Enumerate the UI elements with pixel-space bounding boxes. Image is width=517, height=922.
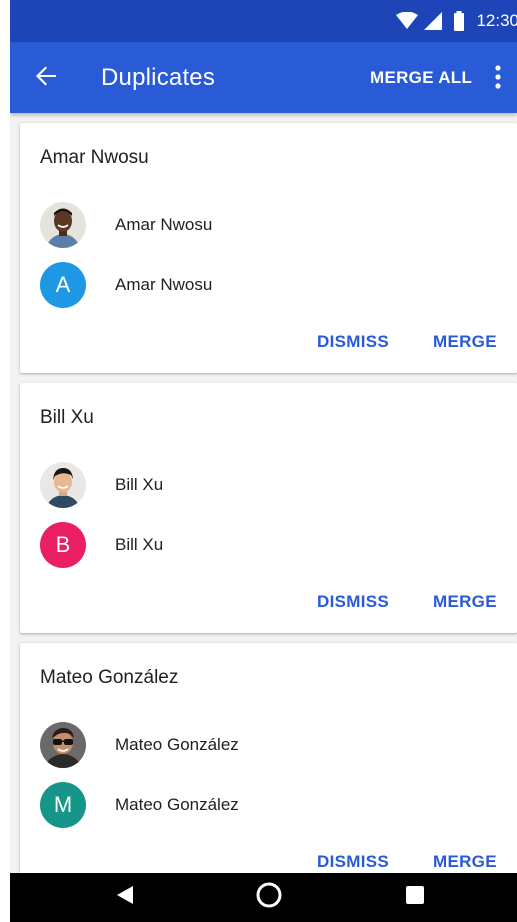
contact-row[interactable]: B Bill Xu xyxy=(40,522,163,568)
back-button[interactable] xyxy=(30,62,62,94)
avatar-letter-text: M xyxy=(53,792,73,817)
contact-row[interactable]: M Mateo González xyxy=(40,782,239,828)
left-gutter xyxy=(0,0,10,922)
nav-recents-button[interactable] xyxy=(400,873,430,922)
app-bar: Duplicates MERGE ALL xyxy=(10,42,517,113)
battery-icon xyxy=(454,11,465,31)
contact-row[interactable]: A Amar Nwosu xyxy=(40,262,212,308)
status-time: 12:30 xyxy=(476,11,517,30)
avatar-letter: B xyxy=(40,522,86,568)
contact-name: Amar Nwosu xyxy=(115,275,213,294)
wifi-icon xyxy=(396,12,419,30)
more-vert-icon xyxy=(495,64,501,94)
contact-name: Bill Xu xyxy=(115,475,164,494)
nav-back-button[interactable] xyxy=(110,873,140,922)
card-title: Mateo González xyxy=(40,667,179,688)
contact-name: Amar Nwosu xyxy=(115,215,213,234)
nav-home-button[interactable] xyxy=(254,873,284,922)
more-options-button[interactable] xyxy=(488,64,508,94)
nav-recents-icon xyxy=(406,886,424,909)
contact-name: Bill Xu xyxy=(115,535,164,554)
card-title: Bill Xu xyxy=(40,407,94,428)
nav-home-icon xyxy=(256,882,282,913)
back-arrow-icon xyxy=(35,65,57,92)
contact-row[interactable]: Mateo González xyxy=(40,722,239,768)
status-bar: 12:30 xyxy=(10,0,517,42)
page-title: Duplicates xyxy=(101,64,216,91)
avatar-photo xyxy=(40,202,86,248)
duplicate-card: Amar Nwosu Amar Nwosu A Amar Nwosu DISMI… xyxy=(20,123,517,373)
system-nav-bar xyxy=(10,873,517,922)
merge-all-button[interactable]: MERGE ALL xyxy=(370,68,472,88)
avatar-photo xyxy=(40,722,86,768)
dismiss-button[interactable]: DISMISS xyxy=(317,852,389,872)
card-actions: DISMISS MERGE xyxy=(20,332,517,356)
screen: 12:30 Duplicates MERGE ALL Amar Nwosu Am… xyxy=(0,0,517,922)
contact-name: Mateo González xyxy=(115,735,239,754)
card-actions: DISMISS MERGE xyxy=(20,852,517,873)
avatar-letter: M xyxy=(40,782,86,828)
duplicates-list[interactable]: Amar Nwosu Amar Nwosu A Amar Nwosu DISMI… xyxy=(10,113,517,873)
duplicate-card: Mateo González Mateo González M Mateo Go… xyxy=(20,643,517,873)
avatar-photo xyxy=(40,462,86,508)
contact-row[interactable]: Bill Xu xyxy=(40,462,163,508)
merge-button[interactable]: MERGE xyxy=(433,592,497,612)
avatar-letter: A xyxy=(40,262,86,308)
dismiss-button[interactable]: DISMISS xyxy=(317,332,389,352)
card-title: Amar Nwosu xyxy=(40,147,149,168)
contact-row[interactable]: Amar Nwosu xyxy=(40,202,212,248)
signal-icon xyxy=(424,12,443,30)
avatar-letter-text: B xyxy=(55,532,71,557)
duplicate-card: Bill Xu Bill Xu B Bill Xu DISMISS MERGE xyxy=(20,383,517,633)
card-actions: DISMISS MERGE xyxy=(20,592,517,616)
status-icons: 12:30 xyxy=(396,11,517,31)
contact-name: Mateo González xyxy=(115,795,239,814)
avatar-letter-text: A xyxy=(55,272,71,297)
merge-button[interactable]: MERGE xyxy=(433,332,497,352)
dismiss-button[interactable]: DISMISS xyxy=(317,592,389,612)
nav-back-icon xyxy=(117,886,133,909)
merge-button[interactable]: MERGE xyxy=(433,852,497,872)
